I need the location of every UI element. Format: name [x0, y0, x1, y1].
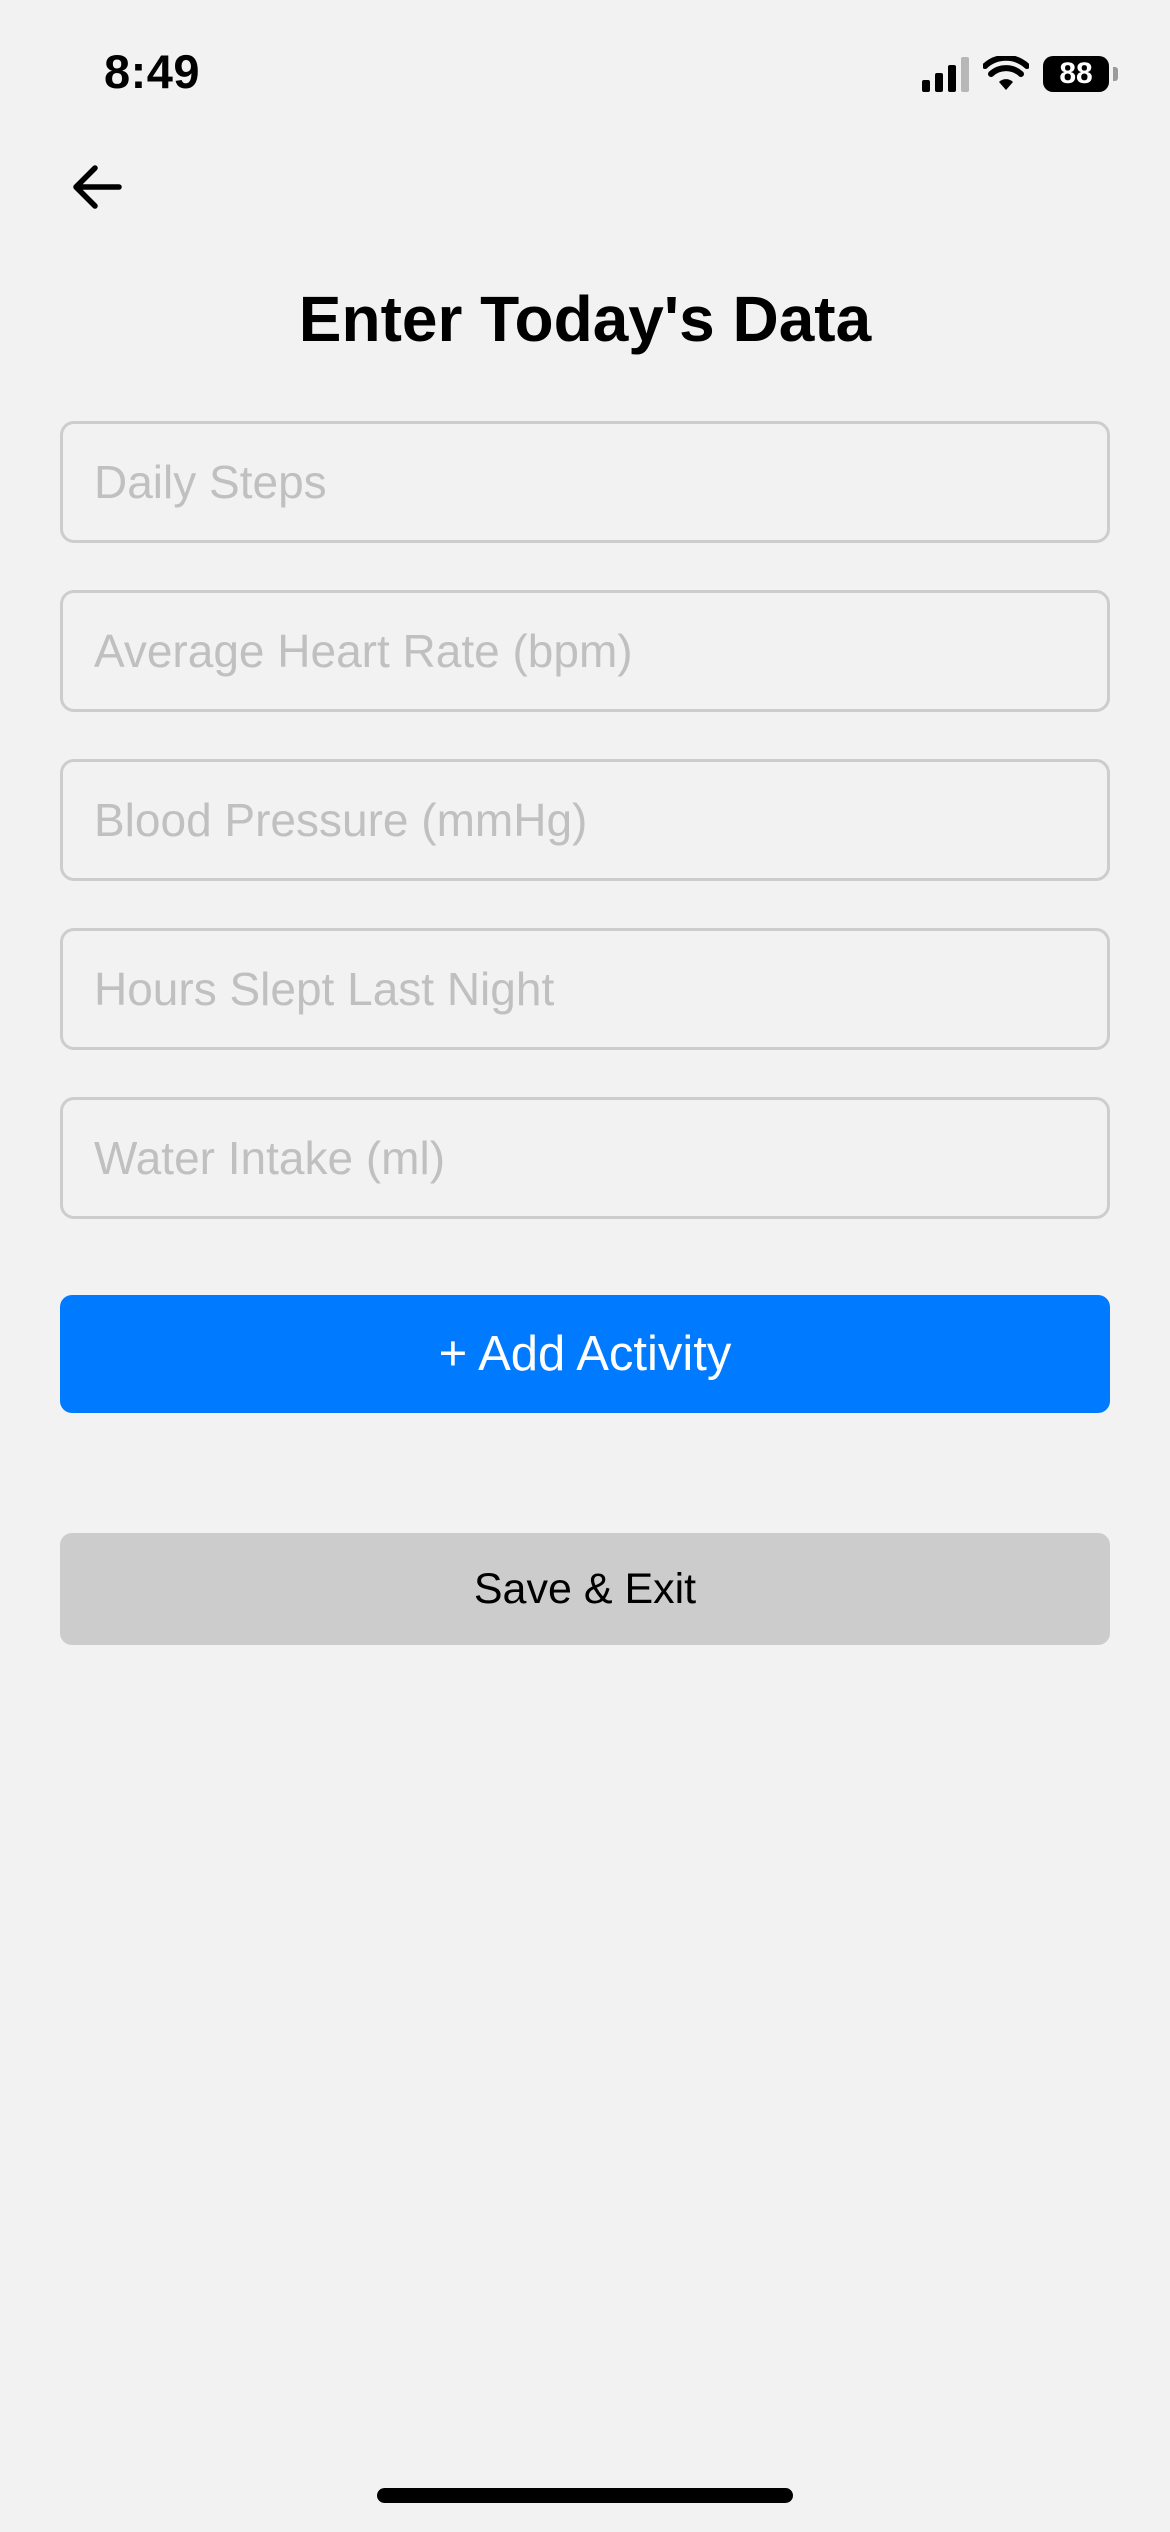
water-intake-input[interactable]	[60, 1097, 1110, 1219]
status-time: 8:49	[104, 45, 201, 98]
battery-tip	[1113, 67, 1118, 81]
save-exit-button[interactable]: Save & Exit	[60, 1533, 1110, 1645]
status-bar: 8:49 88	[0, 0, 1170, 140]
hours-slept-input[interactable]	[60, 928, 1110, 1050]
page-title: Enter Today's Data	[298, 283, 872, 355]
cellular-signal-icon	[922, 56, 969, 92]
blood-pressure-input[interactable]	[60, 759, 1110, 881]
back-button[interactable]	[62, 152, 132, 222]
arrow-left-icon	[73, 165, 122, 209]
battery-icon: 88	[1043, 56, 1109, 92]
average-heart-rate-input[interactable]	[60, 590, 1110, 712]
battery-level: 88	[1059, 57, 1093, 90]
wifi-icon	[983, 56, 1029, 90]
add-activity-button[interactable]: + Add Activity	[60, 1295, 1110, 1413]
home-indicator	[377, 2488, 793, 2503]
daily-steps-input[interactable]	[60, 421, 1110, 543]
status-icons: 88	[922, 52, 1118, 96]
